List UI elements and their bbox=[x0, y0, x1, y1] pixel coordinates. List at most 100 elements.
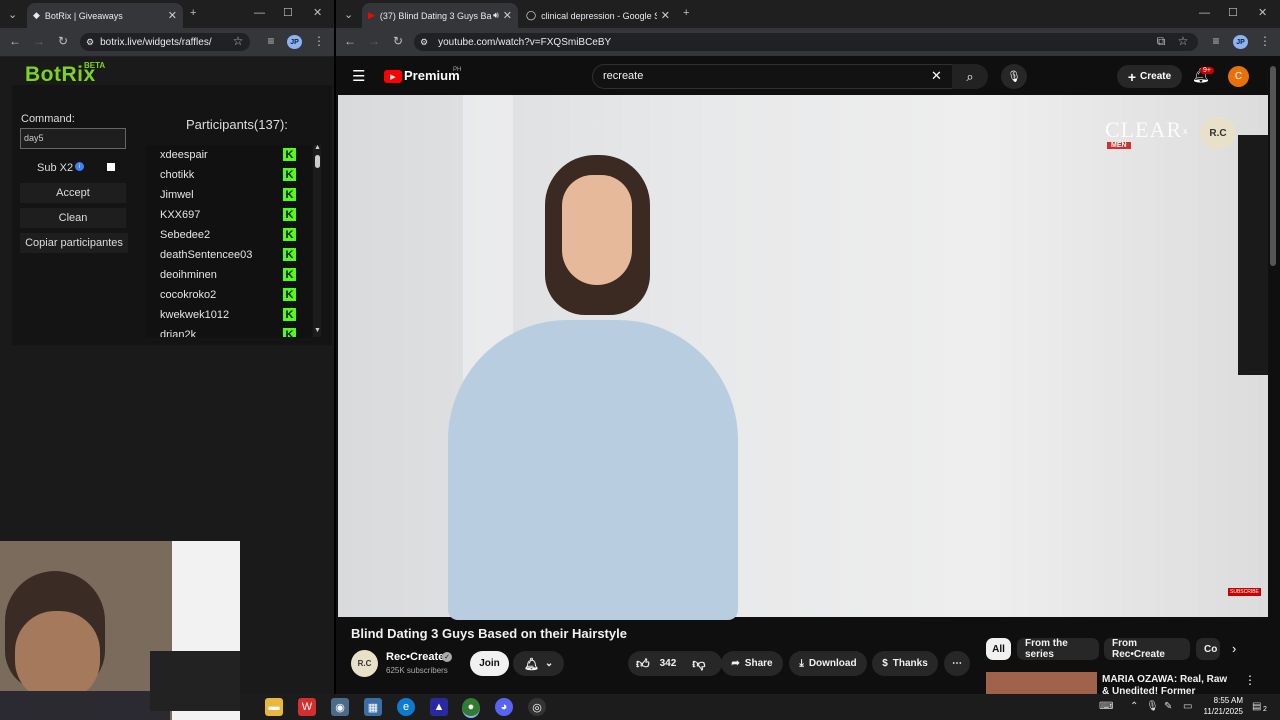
back-icon[interactable]: ← bbox=[342, 34, 358, 48]
tab-youtube[interactable]: ▶ (37) Blind Dating 3 Guys Ba 🔊︎ ✕ bbox=[362, 3, 518, 28]
subscribe-badge[interactable]: SUBSCRIBE bbox=[1228, 588, 1261, 596]
participant-name: Jimwel bbox=[160, 189, 194, 201]
back-icon[interactable]: ← bbox=[7, 34, 23, 48]
channel-name[interactable]: Rec•Create bbox=[386, 651, 444, 663]
thumbs-down-icon[interactable]: 👎︎ bbox=[692, 656, 705, 672]
forward-icon[interactable]: → bbox=[31, 34, 47, 48]
search-button[interactable]: ⌕ bbox=[952, 64, 988, 89]
accept-button[interactable]: Accept bbox=[20, 183, 126, 203]
wps-office-icon[interactable]: W bbox=[298, 698, 316, 716]
join-button[interactable]: Join bbox=[470, 651, 509, 676]
reload-icon[interactable]: ↻ bbox=[390, 34, 406, 48]
taskbar-clock[interactable]: 8:55 AM 11/21/2025 bbox=[1203, 695, 1243, 717]
battery-icon[interactable]: ▭ bbox=[1183, 701, 1192, 712]
close-tab-icon[interactable]: ✕ bbox=[503, 9, 512, 22]
chip-all[interactable]: All bbox=[986, 638, 1011, 660]
bookmark-star-icon[interactable]: ☆ bbox=[230, 34, 246, 48]
menu-kebab-icon[interactable]: ⋮ bbox=[311, 34, 327, 48]
participants-scrollbar[interactable] bbox=[313, 145, 321, 337]
recommended-thumbnail[interactable] bbox=[986, 672, 1097, 696]
app-icon[interactable]: ◉ bbox=[331, 698, 349, 716]
reload-icon[interactable]: ↻ bbox=[55, 34, 71, 48]
chevron-right-icon[interactable]: › bbox=[1232, 641, 1236, 656]
install-app-icon[interactable]: ⧉ bbox=[1153, 34, 1169, 49]
chrome-icon[interactable]: ● bbox=[462, 698, 480, 718]
tab-botrix[interactable]: ◆ BotRix | Giveaways ✕ bbox=[27, 3, 183, 28]
tab-search-icon-right[interactable]: ⌄ bbox=[344, 8, 353, 21]
new-tab-icon[interactable]: + bbox=[683, 7, 689, 19]
file-explorer-icon[interactable]: ▬ bbox=[265, 698, 283, 716]
profile-avatar[interactable]: JP bbox=[287, 35, 302, 49]
create-button[interactable]: + Create bbox=[1117, 65, 1182, 88]
menu-kebab-icon[interactable]: ⋮ bbox=[1257, 34, 1273, 48]
scrollbar-thumb[interactable] bbox=[315, 155, 320, 168]
edge-icon[interactable]: e bbox=[397, 698, 415, 716]
share-icon: ➦ bbox=[731, 658, 740, 669]
participants-list[interactable]: xdeespair K chotikk K Jimwel K KXX697 K Sebe… bbox=[146, 145, 312, 337]
hamburger-menu-icon[interactable]: ☰ bbox=[352, 67, 365, 85]
kick-logo-icon: K bbox=[283, 328, 296, 337]
video-title: Blind Dating 3 Guys Based on their Hairs… bbox=[351, 626, 627, 641]
clear-search-icon[interactable]: ✕ bbox=[931, 68, 942, 84]
thanks-button[interactable]: $ Thanks bbox=[872, 651, 938, 676]
site-info-icon[interactable]: ⚙ bbox=[420, 37, 428, 48]
notifications-tray-icon[interactable]: ▤ bbox=[1252, 701, 1261, 712]
close-window-icon[interactable]: ✕ bbox=[313, 6, 322, 19]
clean-button[interactable]: Clean bbox=[20, 208, 126, 228]
close-window-icon[interactable]: ✕ bbox=[1258, 6, 1267, 19]
command-input[interactable]: day5 bbox=[20, 128, 126, 149]
obs-icon[interactable]: ◎ bbox=[528, 698, 546, 716]
forward-icon[interactable]: → bbox=[366, 34, 382, 48]
close-tab-icon[interactable]: ✕ bbox=[661, 9, 670, 22]
pen-icon[interactable]: ✎ bbox=[1164, 701, 1172, 712]
chip-from-series[interactable]: From the series bbox=[1017, 638, 1099, 660]
reading-list-icon[interactable]: ≡ bbox=[263, 34, 279, 48]
scroll-down-icon[interactable]: ▼ bbox=[314, 327, 321, 334]
download-button[interactable]: ⤓ Download bbox=[789, 651, 867, 676]
media-app-icon[interactable]: ▲ bbox=[430, 698, 448, 716]
maximize-icon[interactable]: ☐ bbox=[283, 6, 293, 19]
chip-partial[interactable]: Co bbox=[1196, 638, 1220, 660]
close-tab-icon[interactable]: ✕ bbox=[168, 9, 177, 22]
site-info-icon[interactable]: ⚙ bbox=[86, 37, 94, 48]
left-address-bar[interactable]: ⚙ botrix.live/widgets/raffles/ bbox=[80, 33, 250, 51]
subscribed-bell-button[interactable]: 🔔︎ ⌄ bbox=[513, 651, 564, 676]
channel-avatar[interactable]: R.C bbox=[351, 650, 378, 677]
tray-chevron-up-icon[interactable]: ⌃ bbox=[1130, 701, 1138, 712]
right-address-bar[interactable]: ⚙ youtube.com/watch?v=FXQSmiBCeBY bbox=[414, 33, 1198, 51]
participant-name: KXX697 bbox=[160, 209, 201, 221]
minimize-icon[interactable]: — bbox=[254, 7, 265, 19]
keyboard-icon[interactable]: ⌨ bbox=[1099, 701, 1113, 712]
search-input[interactable]: recreate bbox=[592, 64, 953, 89]
youtube-premium-logo[interactable]: Premium bbox=[404, 68, 460, 83]
scroll-up-icon[interactable]: ▲ bbox=[314, 144, 321, 151]
tab-search-icon[interactable]: ⌄ bbox=[8, 8, 17, 21]
tab-google[interactable]: ◯ clinical depression - Google Se ✕ bbox=[520, 3, 676, 28]
recommended-more-icon[interactable]: ⋮ bbox=[1244, 673, 1256, 687]
maximize-icon[interactable]: ☐ bbox=[1228, 6, 1238, 19]
sub-x2-checkbox[interactable] bbox=[107, 163, 115, 171]
bookmark-star-icon[interactable]: ☆ bbox=[1175, 34, 1191, 48]
calculator-icon[interactable]: ▦ bbox=[364, 698, 382, 716]
more-actions-button[interactable]: ⋯ bbox=[944, 651, 970, 676]
like-count[interactable]: 342 bbox=[660, 658, 677, 669]
youtube-logo-icon[interactable]: ▶ bbox=[384, 70, 402, 83]
audio-playing-icon[interactable]: 🔊︎ bbox=[493, 10, 499, 21]
tab-botrix-title: BotRix | Giveaways bbox=[44, 10, 123, 21]
channel-watermark[interactable]: R.C bbox=[1200, 117, 1236, 149]
discord-icon[interactable]: ◕ bbox=[495, 698, 513, 716]
mic-tray-icon[interactable]: 🎙︎ bbox=[1146, 701, 1159, 712]
voice-search-button[interactable]: 🎙︎ bbox=[1001, 64, 1027, 89]
page-scrollbar[interactable] bbox=[1270, 66, 1276, 266]
thumbs-up-icon[interactable]: 👍︎ bbox=[636, 656, 650, 672]
command-label: Command: bbox=[21, 113, 75, 125]
share-button[interactable]: ➦ Share bbox=[721, 651, 783, 676]
info-icon[interactable]: i bbox=[75, 162, 84, 171]
copy-participants-button[interactable]: Copiar participantes bbox=[20, 233, 128, 253]
user-avatar[interactable]: C bbox=[1228, 66, 1249, 87]
reading-list-icon[interactable]: ≡ bbox=[1208, 34, 1224, 48]
minimize-icon[interactable]: — bbox=[1199, 7, 1210, 19]
profile-avatar[interactable]: JP bbox=[1233, 35, 1248, 49]
new-tab-icon[interactable]: + bbox=[190, 7, 196, 19]
chip-from-channel[interactable]: From Rec•Create bbox=[1104, 638, 1190, 660]
